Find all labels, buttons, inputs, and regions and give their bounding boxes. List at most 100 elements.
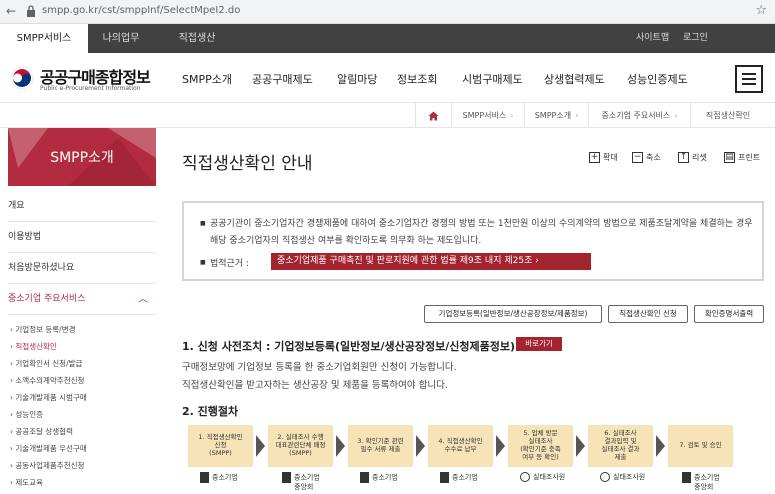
actor-label: 중소기업	[360, 472, 398, 483]
zoom-in-button[interactable]: + 확대	[589, 152, 618, 163]
arrow-right-icon	[336, 435, 345, 457]
tab-direct-production[interactable]: 직접생산	[166, 24, 228, 53]
actor-name: 중소기업	[694, 473, 720, 482]
search-person-icon	[520, 472, 530, 482]
sidebar-subitem-label: 기업확인서 신청/발급	[15, 359, 83, 368]
sidebar-subitem-label: 성능인증	[15, 410, 43, 419]
step-line: 5. 업체 방문	[523, 429, 558, 437]
process-step: 7. 검토 및 승인	[668, 425, 733, 467]
gnb-performance-cert[interactable]: 성능인증제도	[627, 71, 688, 87]
bullet-icon: ■	[200, 220, 206, 227]
sidebar-subitem[interactable]: › 공공조달 상생협력	[10, 426, 73, 437]
sidebar-banner-title: SMPP소개	[50, 150, 114, 166]
step-line: 대표관련단체 배정	[275, 441, 326, 449]
bullet-icon: ■	[200, 259, 206, 266]
sidebar-subitem[interactable]: › 기술개발제품 시범구매	[10, 392, 87, 403]
chevron-right-icon: ›	[535, 256, 539, 266]
sidebar-subitem[interactable]: › 기업확인서 신청/발급	[10, 358, 82, 369]
breadcrumb-label: SMPP서비스	[462, 111, 507, 120]
gnb-pilot-purchase[interactable]: 시범구매제도	[462, 71, 523, 87]
law-label: 법적근거 :	[210, 259, 250, 269]
law-link-button[interactable]: 중소기업제품 구매촉진 및 판로지원에 관한 법률 제9조 내지 제25조 ›	[271, 253, 591, 270]
section1-title: 1. 신청 사전조치 : 기업정보등록(일반정보/생산공장정보/신청제품정보)	[182, 340, 515, 353]
step-line: 결과입력 및	[604, 437, 637, 445]
tab-smpp-service[interactable]: SMPP서비스	[0, 24, 88, 53]
sidebar-subitem[interactable]: › 성능인증	[10, 409, 43, 420]
print-button[interactable]: ▤ 프린트	[724, 152, 760, 163]
lock-icon	[27, 5, 35, 17]
sidebar-item-first-visit[interactable]: 처음방문하셨나요	[8, 253, 156, 284]
tab-my-work[interactable]: 나의업무	[90, 24, 152, 53]
sidebar-subitem-label: 직접생산확인	[15, 342, 57, 351]
sidebar-subitem-label: 소액수의계약추천신청	[15, 376, 85, 385]
process-step: 1. 직접생산확인 신청 (SMPP)	[188, 425, 253, 467]
step-line: 3. 확인기준 관련	[357, 437, 404, 445]
zoom-out-button[interactable]: − 축소	[632, 152, 661, 163]
direct-production-apply-button[interactable]: 직접생산확인 신청	[608, 305, 688, 323]
arrow-right-icon	[496, 435, 505, 457]
site-logo-subtitle: Public e-Procurement Information	[40, 85, 141, 92]
login-link[interactable]: 로그인	[683, 24, 708, 53]
arrow-right-icon	[656, 435, 665, 457]
law-link-label: 중소기업제품 구매촉진 및 판로지원에 관한 법률 제9조 내지 제25조	[277, 256, 533, 266]
process-step: 4. 직접생산확인 수수료 납부	[428, 425, 493, 467]
sidebar-item-overview[interactable]: 개요	[8, 191, 156, 222]
sidebar-subitem-label: 기업정보 등록/변경	[15, 325, 76, 334]
sidebar-subitem-label: 기술개발제품 우선구매	[15, 444, 87, 453]
reset-button[interactable]: ↑ 리셋	[678, 152, 707, 163]
bookmark-star-icon[interactable]: ☆	[755, 3, 767, 18]
breadcrumb-item-current[interactable]: 직접생산확인	[690, 103, 765, 128]
back-icon[interactable]: ←	[6, 4, 16, 18]
step-line: 제출	[614, 453, 627, 461]
sidebar-item-usage[interactable]: 이용방법	[8, 222, 156, 253]
government-logo-icon[interactable]	[10, 66, 34, 90]
gnb-public-purchase[interactable]: 공공구매제도	[252, 71, 313, 87]
building-icon	[200, 472, 209, 483]
building-icon	[682, 472, 691, 483]
breadcrumb-item[interactable]: 중소기업 주요서비스 ›	[588, 103, 690, 128]
gnb-info-search[interactable]: 정보조회	[397, 71, 437, 87]
step-line: 1. 직접생산확인	[198, 433, 243, 441]
url-text: smpp.go.kr/cst/smppInf/SelectMpeI2.do	[42, 5, 241, 16]
sidebar-banner: SMPP소개	[8, 128, 156, 186]
sitemap-link[interactable]: 사이트맵	[636, 24, 669, 53]
company-info-register-button[interactable]: 기업정보등록(일반정보/생산공장정보/제품정보)	[424, 305, 602, 323]
page-title: 직접생산확인 안내	[182, 154, 313, 174]
site-header: 공공구매종합정보 Public e-Procurement Informatio…	[0, 53, 775, 103]
go-button[interactable]: 바로가기	[516, 337, 562, 351]
building-icon	[282, 472, 291, 483]
actor-label: 중소기업 중앙회	[682, 472, 720, 492]
breadcrumb-item[interactable]: SMPP소개 ›	[524, 103, 588, 128]
step-line: 필수 서류 제출	[360, 445, 401, 453]
print-label: 프린트	[738, 153, 761, 162]
sidebar-subitem[interactable]: › 제도교육	[10, 477, 43, 488]
zoom-in-label: 확대	[603, 153, 618, 162]
breadcrumb: SMPP서비스 › SMPP소개 › 중소기업 주요서비스 › 직접생산확인	[0, 103, 775, 128]
step-line: (SMPP)	[209, 449, 232, 457]
gnb-notice[interactable]: 알림마당	[337, 71, 377, 87]
sidebar-subitem[interactable]: › 소액수의계약추천신청	[10, 375, 84, 386]
actor-name: 중앙회	[694, 483, 714, 491]
sidebar-subitem[interactable]: › 기업정보 등록/변경	[10, 324, 76, 335]
breadcrumb-item[interactable]: SMPP서비스 ›	[451, 103, 524, 128]
browser-address-bar[interactable]: ← smpp.go.kr/cst/smppInf/SelectMpeI2.do …	[0, 0, 775, 24]
hamburger-menu-button[interactable]	[735, 65, 763, 93]
gnb-cooperation[interactable]: 상생협력제도	[544, 71, 605, 87]
section2-title: 2. 진행절차	[182, 405, 239, 418]
actor-label: 중소기업	[200, 472, 238, 483]
step-line: 2. 실태조사 수행	[277, 433, 324, 441]
sidebar-subitem-active[interactable]: › 직접생산확인	[10, 341, 57, 352]
home-icon[interactable]	[415, 103, 451, 128]
sidebar-subitem-label: 공공조달 상생협력	[15, 427, 73, 436]
actor-name: 중소기업	[452, 473, 478, 482]
breadcrumb-label: 중소기업 주요서비스	[601, 111, 671, 120]
sidebar-subitem[interactable]: › 공동사업제품추천신청	[10, 460, 84, 471]
sidebar-item-sme-services[interactable]: 중소기업 주요서비스 ︿	[8, 284, 156, 315]
gnb-smpp-intro[interactable]: SMPP소개	[182, 71, 232, 87]
actor-name: 실태조사원	[533, 473, 566, 481]
sidebar-subitem[interactable]: › 기술개발제품 우선구매	[10, 443, 87, 454]
breadcrumb-label: 직접생산확인	[705, 111, 751, 120]
certificate-print-button[interactable]: 확인증명서출력	[694, 305, 764, 323]
step-line: (SMPP)	[289, 449, 312, 457]
sidebar-subitem-label: 기술개발제품 시범구매	[15, 393, 87, 402]
